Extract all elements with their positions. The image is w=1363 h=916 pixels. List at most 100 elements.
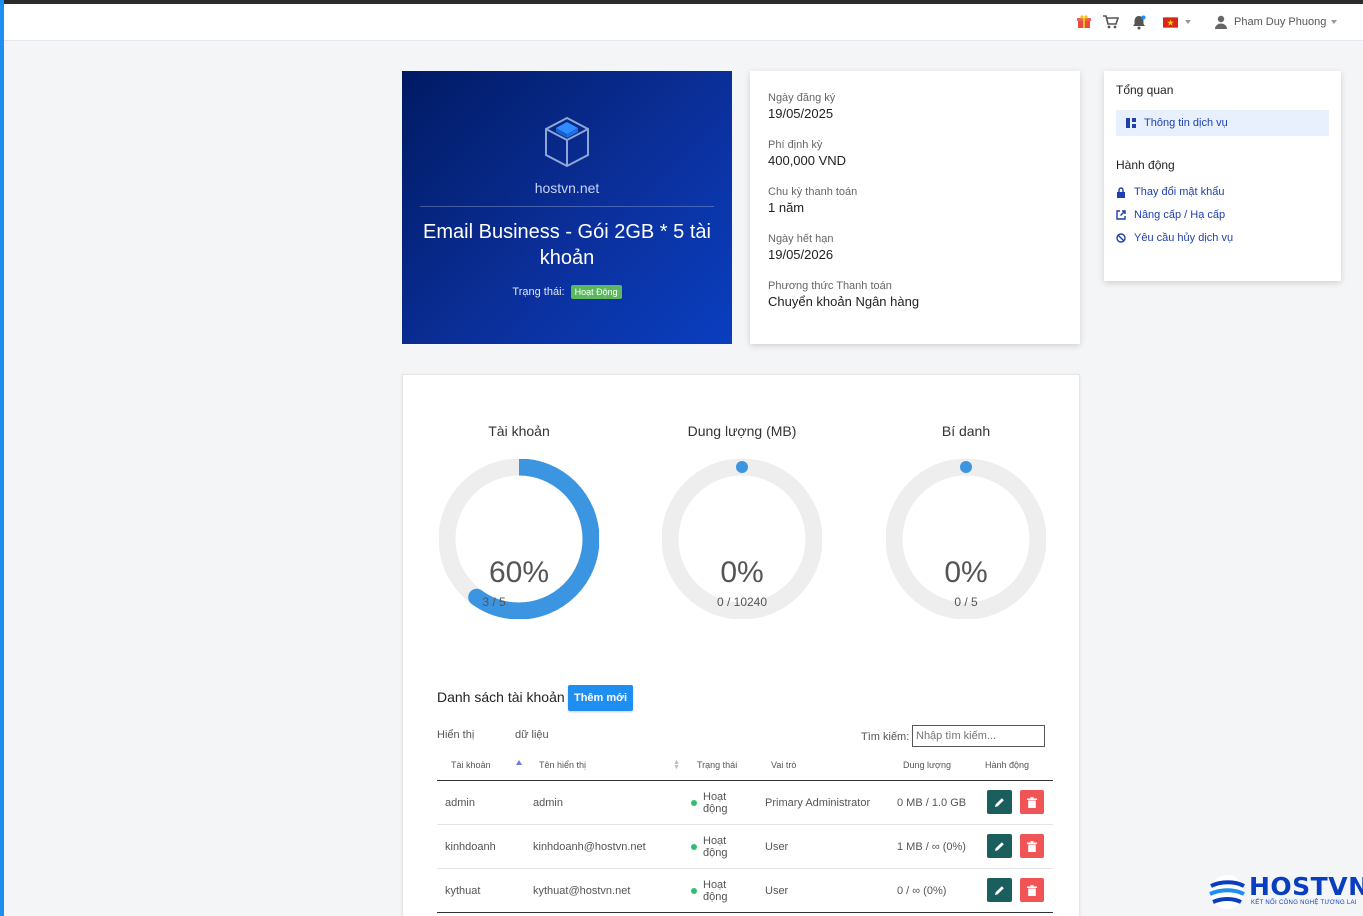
info-row: Ngày đăng ký 19/05/2025 (768, 91, 1062, 123)
add-account-button[interactable]: Thêm mới (568, 685, 633, 711)
external-link-icon (1116, 210, 1126, 220)
info-row: Phí định kỳ 400,000 VND (768, 138, 1062, 170)
column-header-usage[interactable]: Dung lượng (903, 760, 951, 770)
column-header-role[interactable]: Vai trò (771, 760, 796, 770)
status-dot (691, 844, 697, 850)
ban-icon (1116, 233, 1126, 243)
edit-button[interactable] (987, 834, 1012, 858)
cell-status: Hoạt động (691, 879, 727, 903)
left-accent-bar (0, 0, 4, 916)
search-input[interactable] (912, 725, 1045, 747)
gauge-accounts: Tài khoản 60% 3 / 5 (429, 423, 609, 619)
cell-account: kinhdoanh (445, 841, 496, 853)
cell-status: Hoạt động (691, 835, 727, 859)
cell-display-name: kinhdoanh@hostvn.net (533, 841, 646, 853)
user-menu[interactable]: Pham Duy Phuong (1214, 12, 1338, 32)
table-row: admin admin Hoạt động Primary Administrat… (437, 781, 1053, 825)
cell-status: Hoạt động (691, 791, 727, 815)
service-status: Trạng thái: Hoạt Động (402, 285, 732, 299)
pencil-icon (995, 797, 1004, 807)
cell-role: User (765, 885, 789, 897)
service-info-card: Ngày đăng ký 19/05/2025 Phí định kỳ 400,… (750, 71, 1080, 344)
info-value: 400,000 VND (768, 153, 847, 168)
chevron-down-icon (1331, 20, 1338, 24)
table-header: Tài khoản Tên hiển thị ▲ ▼ Trạng thái Vai… (437, 753, 1053, 781)
status-label: Trạng thái: (512, 286, 565, 298)
user-icon (1215, 15, 1227, 29)
gauge-title: Tài khoản (488, 423, 550, 439)
info-label: Chu kỳ thanh toán (768, 186, 858, 198)
lock-icon (1117, 186, 1125, 198)
cell-usage: 0 MB / 1.0 GB (897, 797, 967, 809)
sort-asc-icon (516, 760, 522, 765)
column-header-status[interactable]: Trạng thái (697, 760, 737, 770)
cell-role: Primary Administrator (765, 797, 871, 809)
gauge-storage: Dung lượng (MB) 0% 0 / 10240 (652, 423, 832, 619)
gauge-percent: 0% (944, 556, 988, 589)
actions-title: Hành động (1116, 158, 1175, 172)
pencil-icon (995, 885, 1004, 895)
pencil-icon (995, 841, 1004, 851)
change-password-link[interactable]: Thay đổi mật khẩu (1116, 186, 1329, 198)
info-value: 19/05/2025 (768, 106, 834, 121)
info-row: Ngày hết hạn 19/05/2026 (768, 232, 1062, 264)
sidebar-card: Tổng quan Thông tin dịch vụ Hành động Th… (1104, 71, 1341, 281)
column-header-display-name[interactable]: Tên hiển thị (539, 760, 586, 770)
status-dot (691, 888, 697, 894)
upgrade-downgrade-link[interactable]: Nâng cấp / Hạ cấp (1116, 209, 1329, 221)
status-text: động (703, 891, 728, 903)
sidebar-item-service-info[interactable]: Thông tin dịch vụ (1116, 110, 1329, 136)
column-header-actions: Hành động (985, 760, 1030, 770)
cell-account: kythuat (445, 885, 481, 897)
gauge-percent: 60% (488, 556, 550, 589)
gauge-title: Bí danh (941, 423, 991, 439)
link-label: Yêu cầu hủy dịch vụ (1134, 232, 1234, 244)
edit-button[interactable] (987, 878, 1012, 902)
cancel-service-link[interactable]: Yêu cầu hủy dịch vụ (1116, 232, 1329, 244)
gauge-detail: 0 / 5 (954, 595, 978, 609)
status-text: Hoạt (703, 879, 727, 891)
gauge-title: Dung lượng (MB) (687, 423, 797, 439)
search-label: Tìm kiếm: (861, 731, 910, 743)
cell-usage: 1 MB / ∞ (0%) (897, 841, 966, 853)
hostvn-logo: HOSTVN KẾT NỐI CÔNG NGHỆ TƯƠNG LAI (1207, 870, 1363, 916)
info-row: Chu kỳ thanh toán 1 năm (768, 185, 1062, 217)
service-title: Email Business - Gói 2GB * 5 tài khoản (423, 221, 711, 269)
gauge-detail: 3 / 5 (482, 595, 506, 609)
gauge-aliases: Bí danh 0% 0 / 5 (876, 423, 1056, 619)
status-text: Hoạt (703, 835, 727, 847)
trash-icon (1027, 840, 1037, 852)
gauge-percent: 0% (720, 556, 764, 589)
link-label: Thay đổi mật khẩu (1134, 186, 1225, 198)
trash-icon (1027, 796, 1037, 808)
service-hero-card: hostvn.net Email Business - Gói 2GB * 5 … (402, 71, 732, 344)
delete-button[interactable] (1020, 790, 1044, 814)
cell-display-name: kythuat@hostvn.net (533, 885, 631, 897)
status-dot (691, 800, 697, 806)
info-value: 19/05/2026 (768, 247, 834, 262)
trash-icon (1027, 884, 1037, 896)
cart-icon[interactable] (1102, 13, 1120, 31)
info-label: Ngày đăng ký (768, 92, 836, 104)
vietnam-flag-icon[interactable] (1163, 13, 1191, 31)
delete-button[interactable] (1020, 834, 1044, 858)
delete-button[interactable] (1020, 878, 1044, 902)
table-row: kythuat kythuat@hostvn.net Hoạt động User… (437, 869, 1053, 913)
status-text: động (703, 803, 728, 815)
info-row: Phương thức Thanh toán Chuyển khoản Ngân… (768, 279, 1062, 311)
cell-role: User (765, 841, 789, 853)
cell-display-name: admin (533, 797, 563, 809)
gauge-detail: 0 / 10240 (716, 595, 768, 609)
bell-icon[interactable] (1130, 13, 1148, 31)
column-header-account[interactable]: Tài khoản (451, 760, 491, 770)
info-value: Chuyển khoản Ngân hàng (768, 294, 920, 309)
dashboard-icon (1126, 118, 1136, 128)
info-value: 1 năm (768, 200, 805, 215)
usage-card: Tài khoản 60% 3 / 5 Dung lượng (MB) 0% 0… (402, 374, 1080, 916)
gift-icon[interactable] (1075, 13, 1093, 31)
top-bar: Pham Duy Phuong (4, 4, 1363, 41)
link-label: Nâng cấp / Hạ cấp (1134, 209, 1226, 221)
status-text: Hoạt (703, 791, 727, 803)
edit-button[interactable] (987, 790, 1012, 814)
user-name: Pham Duy Phuong (1234, 16, 1327, 28)
